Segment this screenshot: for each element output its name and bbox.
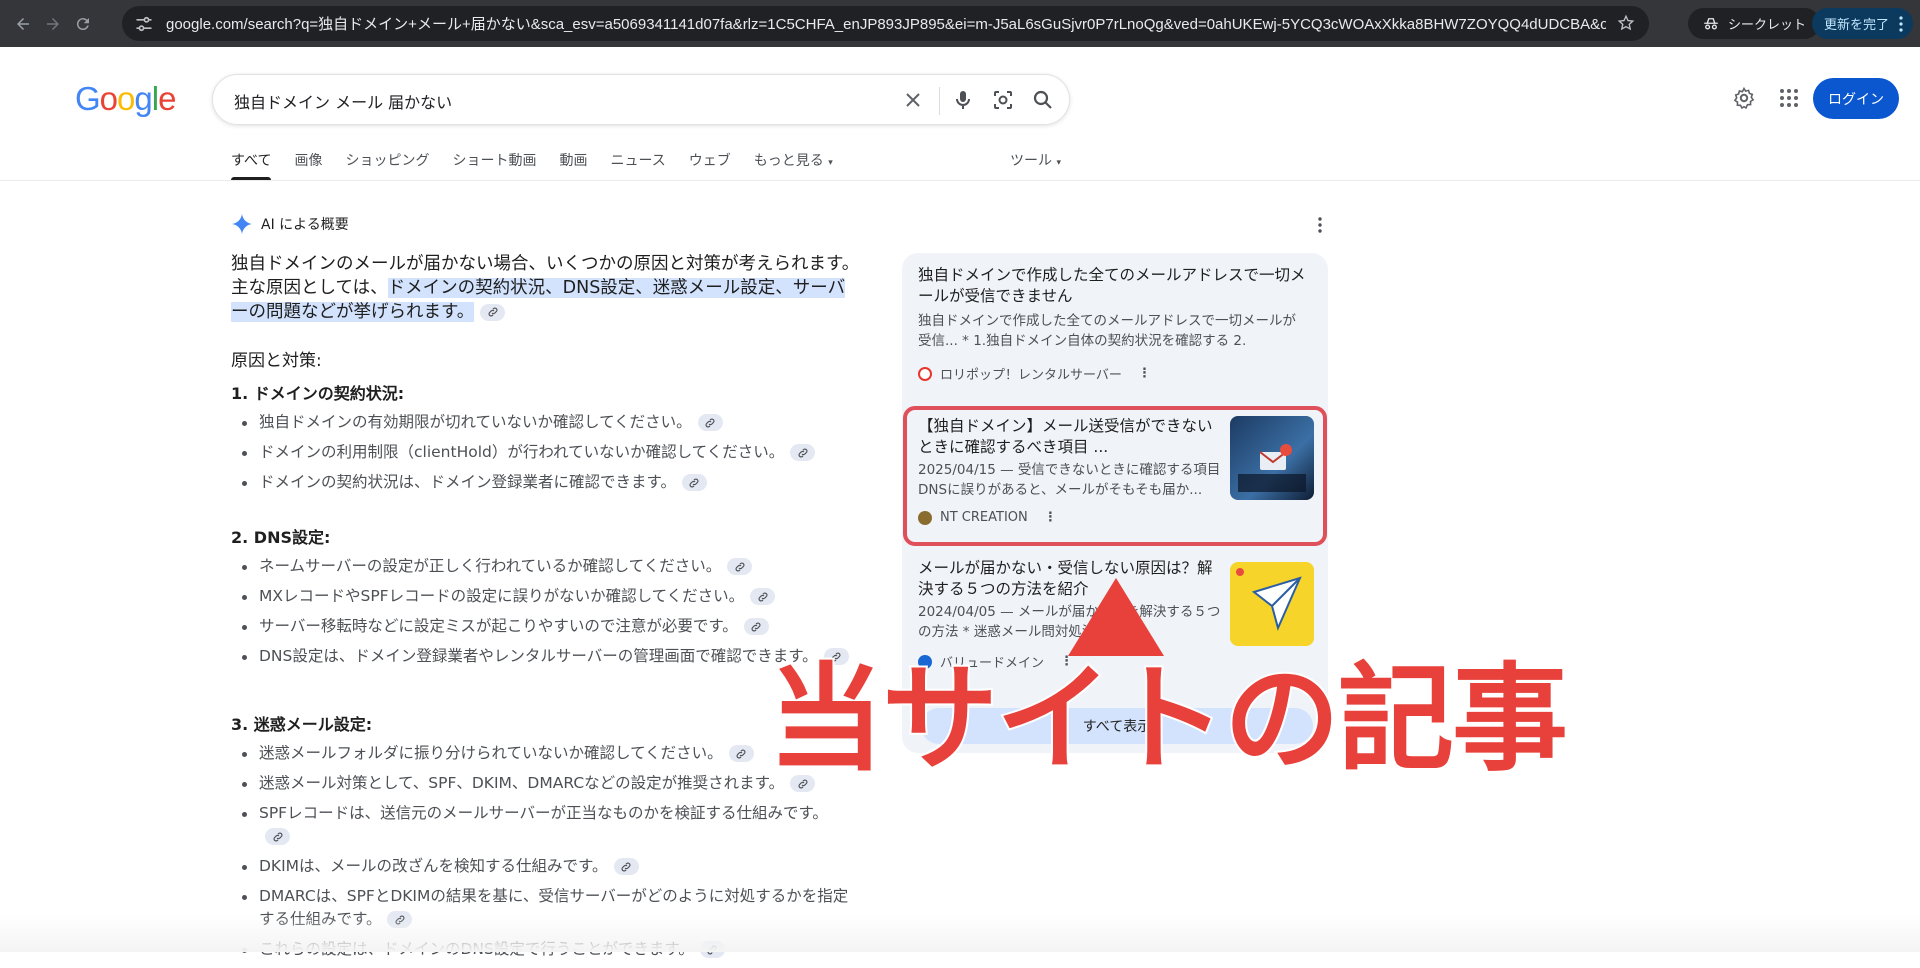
link-icon — [758, 592, 768, 601]
ai-overview-header: AI による概要 — [231, 213, 349, 235]
list-item: DNS設定は、ドメイン登録業者やレンタルサーバーの管理画面で確認できます。 — [242, 645, 858, 668]
source-link-chip[interactable] — [743, 618, 769, 635]
source-link-chip[interactable] — [697, 414, 723, 431]
search-icon[interactable] — [1031, 88, 1055, 112]
list-item: 独自ドメインの有効期限が切れていないか確認してください。 — [242, 411, 858, 434]
section-heading: 2. DNS設定: — [231, 528, 331, 547]
link-icon — [488, 307, 498, 317]
list-item: 迷惑メール対策として、SPF、DKIM、DMARCなどの設定が推奨されます。 — [242, 772, 858, 795]
more-vert-icon — [1899, 15, 1903, 32]
link-icon — [751, 622, 761, 631]
forward-icon[interactable] — [38, 9, 68, 39]
lens-icon[interactable] — [991, 88, 1015, 112]
bookmark-star-icon[interactable] — [1617, 14, 1635, 32]
apps-grid-icon[interactable] — [1777, 86, 1801, 110]
update-button[interactable]: 更新を完了 — [1812, 8, 1914, 39]
link-icon — [735, 562, 745, 571]
source-site[interactable]: ロリポップ！レンタルサーバー ⋮ — [918, 364, 1151, 383]
address-bar[interactable]: google.com/search?q=独自ドメイン+メール+届かない&sca_… — [122, 6, 1649, 41]
source-link-chip[interactable] — [750, 588, 776, 605]
highlight-frame — [903, 406, 1327, 546]
clear-icon[interactable] — [901, 88, 925, 112]
search-input[interactable]: 独自ドメイン メール 届かない — [234, 89, 452, 113]
list-item: ドメインの契約状況は、ドメイン登録業者に確認できます。 — [242, 471, 858, 494]
header-divider — [0, 180, 1920, 181]
article-thumbnail[interactable] — [1230, 562, 1314, 646]
incognito-icon — [1704, 17, 1718, 30]
more-options-icon[interactable]: ⋮ — [1138, 366, 1151, 381]
reload-icon[interactable] — [68, 9, 98, 39]
link-icon — [689, 478, 699, 487]
source-link-chip[interactable] — [728, 745, 754, 762]
source-snippet: 独自ドメインで作成した全てのメールアドレスで一切メールが受信... * 1.独自… — [918, 313, 1296, 349]
lolipop-favicon — [918, 366, 932, 381]
tab-web[interactable]: ウェブ — [689, 150, 731, 180]
list-item: サーバー移転時などに設定ミスが起こりやすいので注意が必要です。 — [242, 615, 858, 638]
source-card[interactable]: 独自ドメインで作成した全てのメールアドレスで一切メールが受信できません 独自ドメ… — [904, 253, 1326, 393]
back-icon[interactable] — [8, 9, 38, 39]
source-link-chip[interactable] — [790, 444, 816, 461]
link-icon — [705, 418, 715, 427]
list-item: ネームサーバーの設定が正しく行われているか確認してください。 — [242, 555, 858, 578]
list-item: ドメインの利用制限（clientHold）が行われていないか確認してください。 — [242, 441, 858, 464]
link-icon — [736, 749, 746, 758]
annotation-arrow — [1068, 578, 1164, 656]
settings-gear-icon[interactable] — [1732, 86, 1756, 110]
divider — [939, 87, 940, 115]
search-box[interactable]: 独自ドメイン メール 届かない — [212, 74, 1070, 125]
chevron-down-icon: ▾ — [828, 158, 833, 168]
tab-all[interactable]: すべて — [231, 150, 272, 180]
causes-title: 原因と対策: — [231, 351, 322, 371]
list-item: DKIMは、メールの改ざんを検知する仕組みです。 — [242, 855, 858, 878]
list-item: SPFレコードは、送信元のメールサーバーが正当なものかを検証する仕組みです。 — [242, 802, 858, 848]
url-text[interactable]: google.com/search?q=独自ドメイン+メール+届かない&sca_… — [166, 13, 1606, 34]
annotation-label: 当サイトの記事 — [766, 652, 1570, 787]
list-item: MXレコードやSPFレコードの設定に誤りがないか確認してください。 — [242, 585, 858, 608]
tab-videos[interactable]: 動画 — [559, 150, 587, 180]
more-options-icon[interactable] — [1311, 216, 1329, 234]
section-heading: 1. ドメインの契約状況: — [231, 384, 405, 403]
tab-images[interactable]: 画像 — [294, 150, 322, 180]
link-icon — [621, 862, 631, 871]
voice-search-icon[interactable] — [951, 88, 975, 112]
bullet-list: 独自ドメインの有効期限が切れていないか確認してください。 ドメインの利用制限（c… — [242, 411, 858, 501]
chevron-down-icon: ▾ — [1056, 158, 1061, 168]
google-logo[interactable]: Google — [75, 80, 176, 118]
source-link-chip[interactable] — [727, 558, 753, 575]
gemini-sparkle-icon — [231, 213, 253, 235]
source-title[interactable]: 独自ドメインで作成した全てのメールアドレスで一切メールが受信できません — [918, 265, 1308, 307]
tab-short-videos[interactable]: ショート動画 — [452, 150, 536, 180]
source-link-chip[interactable] — [480, 303, 506, 321]
incognito-label: シークレット — [1728, 18, 1807, 33]
site-info-icon[interactable] — [134, 14, 154, 34]
search-tabs: すべて 画像 ショッピング ショート動画 動画 ニュース ウェブ もっと見る ▾ — [231, 150, 856, 180]
tools-button[interactable]: ツール ▾ — [1010, 150, 1061, 170]
incognito-badge[interactable]: シークレット — [1688, 8, 1821, 39]
source-link-chip[interactable] — [681, 474, 707, 491]
list-item: 迷惑メールフォルダに振り分けられていないか確認してください。 — [242, 742, 858, 765]
source-link-chip[interactable] — [265, 828, 290, 845]
login-button[interactable]: ログイン — [1813, 78, 1899, 119]
ai-overview-title: AI による概要 — [261, 217, 349, 233]
link-icon — [273, 832, 282, 841]
source-link-chip[interactable] — [613, 858, 639, 875]
tab-more[interactable]: もっと見る ▾ — [754, 150, 833, 180]
tab-news[interactable]: ニュース — [610, 150, 665, 180]
bullet-list: ネームサーバーの設定が正しく行われているか確認してください。 MXレコードやSP… — [242, 555, 858, 675]
section-heading: 3. 迷惑メール設定: — [231, 715, 373, 734]
tab-shopping[interactable]: ショッピング — [345, 150, 429, 180]
update-label: 更新を完了 — [1824, 18, 1890, 33]
link-icon — [798, 448, 808, 457]
ai-overview-summary: 独自ドメインのメールが届かない場合、いくつかの原因と対策が考えられます。主な原因… — [231, 254, 860, 322]
bottom-fade — [0, 915, 1920, 952]
